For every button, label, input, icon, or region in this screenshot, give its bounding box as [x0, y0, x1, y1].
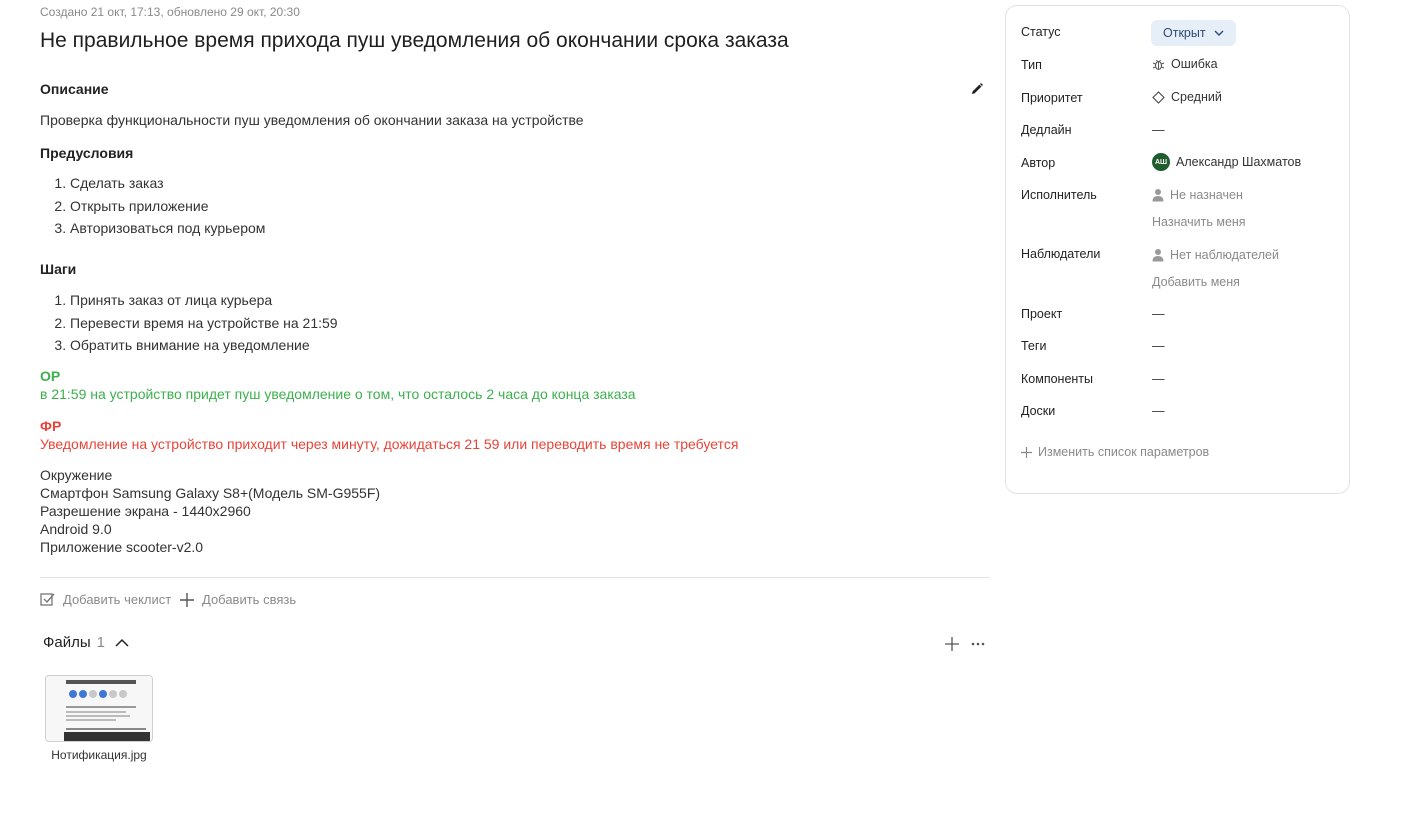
boards-label: Доски: [1021, 404, 1056, 418]
file-thumbnail[interactable]: [45, 675, 153, 742]
status-dropdown[interactable]: Открыт: [1151, 20, 1236, 46]
edit-params-label: Изменить список параметров: [1038, 445, 1210, 459]
divider: [40, 577, 990, 578]
deadline-label: Дедлайн: [1021, 123, 1072, 137]
image-thumbnail-icon: [46, 676, 152, 741]
preconditions-list: Сделать заказ Открыть приложение Авториз…: [40, 173, 265, 241]
environment-line: Разрешение экрана - 1440х2960: [40, 503, 251, 519]
files-header[interactable]: Файлы 1: [43, 634, 129, 651]
watchers-label: Наблюдатели: [1021, 247, 1101, 261]
edit-description-button[interactable]: [970, 82, 986, 98]
plus-icon: [945, 637, 959, 651]
expected-result-text: в 21:59 на устройство придет пуш уведомл…: [40, 386, 636, 402]
environment-line: Приложение scooter-v2.0: [40, 539, 204, 555]
add-checklist-label: Добавить чеклист: [63, 592, 172, 607]
list-item: Перевести время на устройстве на 21:59: [70, 313, 338, 336]
edit-params-button[interactable]: Изменить список параметров: [1021, 445, 1209, 459]
avatar: АШ: [1152, 153, 1170, 171]
user-icon: [1152, 249, 1164, 262]
plus-icon: [180, 592, 194, 607]
chevron-up-icon: [115, 638, 129, 647]
list-item: Открыть приложение: [70, 196, 265, 219]
issue-meta: Создано 21 окт, 17:13, обновлено 29 окт,…: [40, 5, 300, 19]
actual-result-heading: ФР: [40, 418, 62, 434]
boards-value[interactable]: —: [1152, 404, 1165, 418]
assignee-field[interactable]: Не назначен: [1152, 188, 1243, 202]
author-label: Автор: [1021, 156, 1056, 170]
type-field[interactable]: Ошибка: [1152, 57, 1218, 71]
list-item: Обратить внимание на уведомление: [70, 335, 338, 358]
priority-field[interactable]: Средний: [1152, 90, 1222, 104]
files-count: 1: [96, 634, 106, 651]
type-label: Тип: [1021, 58, 1042, 72]
checkbox-icon: [40, 593, 55, 606]
project-value[interactable]: —: [1152, 307, 1165, 321]
author-name: Александр Шахматов: [1176, 155, 1302, 169]
type-value: Ошибка: [1171, 57, 1218, 71]
environment-line: Смартфон Samsung Galaxy S8+(Модель SM-G9…: [40, 485, 381, 501]
file-name[interactable]: Нотификация.jpg: [45, 747, 153, 763]
diamond-icon: [1152, 90, 1165, 104]
steps-heading: Шаги: [40, 261, 77, 277]
add-link-button[interactable]: Добавить связь: [180, 592, 296, 607]
deadline-value[interactable]: —: [1152, 123, 1165, 137]
description-heading: Описание: [40, 81, 109, 97]
priority-label: Приоритет: [1021, 91, 1083, 105]
status-label: Статус: [1021, 25, 1061, 39]
assign-me-link[interactable]: Назначить меня: [1152, 215, 1246, 229]
more-icon: [971, 642, 985, 646]
watchers-value: Нет наблюдателей: [1170, 248, 1279, 262]
list-item: Авторизоваться под курьером: [70, 218, 265, 241]
status-value: Открыт: [1163, 26, 1206, 40]
tags-label: Теги: [1021, 339, 1047, 353]
add-checklist-button[interactable]: Добавить чеклист: [40, 592, 171, 607]
environment-line: Окружение: [40, 467, 113, 483]
bug-icon: [1152, 59, 1165, 70]
files-heading: Файлы: [43, 634, 91, 651]
issue-title[interactable]: Не правильное время прихода пуш уведомле…: [40, 29, 789, 53]
issue-sidebar: Статус Открыт Тип Ошибка Приоритет Средн…: [1005, 5, 1350, 494]
watchers-field[interactable]: Нет наблюдателей: [1152, 248, 1279, 262]
list-item: Принять заказ от лица курьера: [70, 290, 338, 313]
components-value[interactable]: —: [1152, 372, 1165, 386]
pencil-icon: [972, 83, 983, 94]
user-icon: [1152, 189, 1164, 202]
expected-result-heading: ОР: [40, 368, 61, 384]
environment-line: Android 9.0: [40, 521, 112, 537]
components-label: Компоненты: [1021, 372, 1094, 386]
plus-icon: [1021, 446, 1032, 458]
add-link-label: Добавить связь: [202, 592, 297, 607]
list-item: Сделать заказ: [70, 173, 265, 196]
preconditions-heading: Предусловия: [40, 145, 134, 161]
author-field[interactable]: АШ Александр Шахматов: [1152, 153, 1301, 171]
priority-value: Средний: [1171, 90, 1222, 104]
actual-result-text: Уведомление на устройство приходит через…: [40, 436, 739, 452]
project-label: Проект: [1021, 307, 1063, 321]
files-more-button[interactable]: [970, 636, 986, 652]
assignee-label: Исполнитель: [1021, 188, 1097, 202]
assignee-value: Не назначен: [1170, 188, 1243, 202]
steps-list: Принять заказ от лица курьера Перевести …: [40, 290, 338, 358]
tags-value[interactable]: —: [1152, 339, 1165, 353]
description-text: Проверка функциональности пуш уведомлени…: [40, 112, 584, 128]
add-file-button[interactable]: [944, 636, 960, 652]
chevron-down-icon: [1214, 30, 1224, 36]
add-me-link[interactable]: Добавить меня: [1152, 275, 1240, 289]
